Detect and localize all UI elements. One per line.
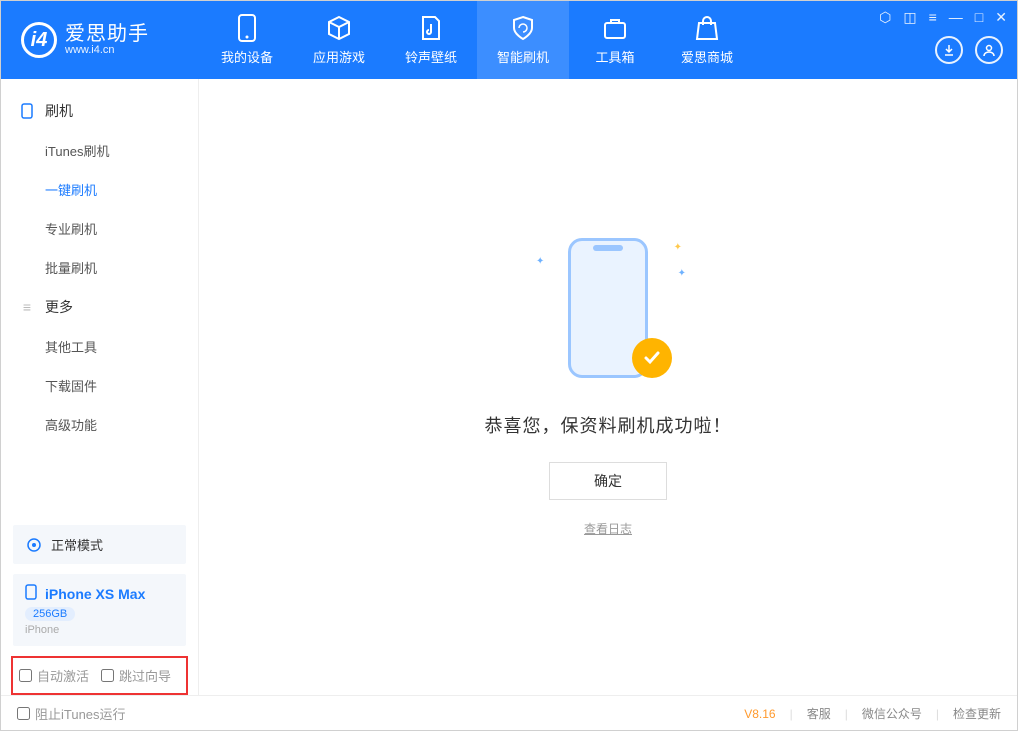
sparkle-icon: ✦ bbox=[536, 256, 544, 267]
nav-flash[interactable]: 智能刷机 bbox=[477, 1, 569, 79]
version-label: V8.16 bbox=[744, 707, 775, 721]
shirt-icon[interactable]: ⬡ bbox=[879, 9, 891, 26]
check-badge-icon bbox=[632, 338, 672, 378]
minimize-button[interactable]: — bbox=[949, 9, 963, 26]
shield-refresh-icon bbox=[510, 15, 536, 41]
maximize-button[interactable]: □ bbox=[975, 9, 983, 26]
sidebar-item-batch-flash[interactable]: 批量刷机 bbox=[1, 248, 198, 287]
sidebar-group-more: ≡ 更多 bbox=[1, 287, 198, 327]
nav-apps[interactable]: 应用游戏 bbox=[293, 1, 385, 79]
briefcase-icon bbox=[602, 15, 628, 41]
sidebar-item-oneclick-flash[interactable]: 一键刷机 bbox=[1, 170, 198, 209]
nav-store[interactable]: 爱思商城 bbox=[661, 1, 753, 79]
menu-icon[interactable]: ≡ bbox=[929, 9, 937, 26]
app-logo: i4 爱思助手 www.i4.cn bbox=[1, 22, 201, 58]
sidebar: 刷机 iTunes刷机 一键刷机 专业刷机 批量刷机 ≡ 更多 其他工具 下载固… bbox=[1, 79, 199, 695]
window-controls: ⬡ ◫ ≡ — □ ✕ bbox=[879, 9, 1007, 26]
status-link-wechat[interactable]: 微信公众号 bbox=[862, 705, 922, 722]
status-link-support[interactable]: 客服 bbox=[807, 705, 831, 722]
device-icon bbox=[234, 15, 260, 41]
nav-ringtones[interactable]: 铃声壁纸 bbox=[385, 1, 477, 79]
sidebar-item-itunes-flash[interactable]: iTunes刷机 bbox=[1, 131, 198, 170]
header: i4 爱思助手 www.i4.cn 我的设备 应用游戏 铃声壁纸 智能刷机 工具… bbox=[1, 1, 1017, 79]
main-content: ✦ ✦ ✦ 恭喜您，保资料刷机成功啦！ 确定 查看日志 bbox=[199, 79, 1017, 695]
mode-icon bbox=[25, 536, 43, 554]
block-itunes-checkbox[interactable]: 阻止iTunes运行 bbox=[17, 704, 126, 723]
device-mode-box[interactable]: 正常模式 bbox=[13, 525, 186, 564]
nav-my-device[interactable]: 我的设备 bbox=[201, 1, 293, 79]
sparkle-icon: ✦ bbox=[674, 242, 682, 253]
ok-button[interactable]: 确定 bbox=[549, 462, 667, 500]
flash-options-highlight: 自动激活 跳过向导 bbox=[11, 656, 188, 695]
app-name-en: www.i4.cn bbox=[65, 44, 149, 56]
header-right: ⬡ ◫ ≡ — □ ✕ bbox=[879, 9, 1007, 64]
sidebar-item-pro-flash[interactable]: 专业刷机 bbox=[1, 209, 198, 248]
success-message: 恭喜您，保资料刷机成功啦！ bbox=[485, 412, 732, 438]
sidebar-item-other-tools[interactable]: 其他工具 bbox=[1, 327, 198, 366]
auto-activate-checkbox[interactable]: 自动激活 bbox=[19, 666, 89, 685]
sidebar-item-advanced[interactable]: 高级功能 bbox=[1, 405, 198, 444]
skip-guide-checkbox[interactable]: 跳过向导 bbox=[101, 666, 171, 685]
music-file-icon bbox=[418, 15, 444, 41]
bag-icon bbox=[694, 15, 720, 41]
status-bar: 阻止iTunes运行 V8.16 | 客服 | 微信公众号 | 检查更新 bbox=[1, 695, 1017, 731]
app-name-cn: 爱思助手 bbox=[65, 24, 149, 44]
device-name: iPhone XS Max bbox=[45, 586, 145, 602]
view-log-link[interactable]: 查看日志 bbox=[584, 520, 632, 537]
device-info-box[interactable]: iPhone XS Max 256GB iPhone bbox=[13, 574, 186, 646]
cube-icon bbox=[326, 15, 352, 41]
user-button[interactable] bbox=[975, 36, 1003, 64]
status-link-update[interactable]: 检查更新 bbox=[953, 705, 1001, 722]
logo-icon: i4 bbox=[21, 22, 57, 58]
list-icon: ≡ bbox=[19, 299, 35, 315]
success-illustration: ✦ ✦ ✦ bbox=[538, 238, 678, 388]
device-phone-icon bbox=[25, 584, 37, 603]
phone-icon bbox=[19, 103, 35, 119]
close-button[interactable]: ✕ bbox=[995, 9, 1007, 26]
cube-small-icon[interactable]: ◫ bbox=[903, 9, 916, 26]
sidebar-item-download-firmware[interactable]: 下载固件 bbox=[1, 366, 198, 405]
sidebar-group-flash: 刷机 bbox=[1, 91, 198, 131]
top-nav: 我的设备 应用游戏 铃声壁纸 智能刷机 工具箱 爱思商城 bbox=[201, 1, 753, 79]
device-storage: 256GB bbox=[25, 607, 75, 621]
download-button[interactable] bbox=[935, 36, 963, 64]
device-type: iPhone bbox=[25, 624, 174, 636]
nav-toolbox[interactable]: 工具箱 bbox=[569, 1, 661, 79]
sparkle-icon: ✦ bbox=[678, 268, 686, 279]
